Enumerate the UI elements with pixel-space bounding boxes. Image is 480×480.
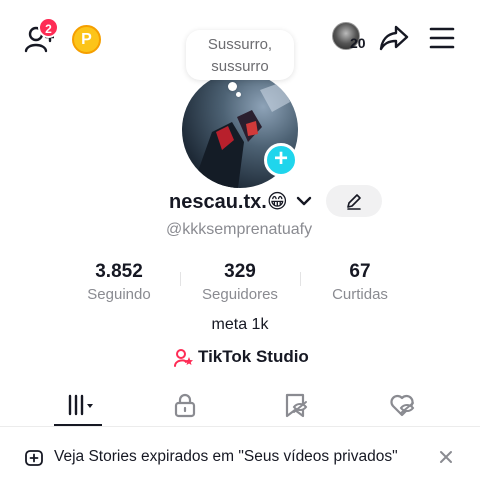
menu-icon[interactable] (428, 26, 456, 50)
add-story-button[interactable]: + (264, 143, 298, 177)
note-line-2: sussurro (211, 58, 269, 75)
videos-grid-icon (68, 394, 93, 416)
hidden-bookmark-icon (285, 393, 308, 418)
display-name: nescau.tx.😁 (169, 191, 288, 213)
tab-private[interactable] (160, 390, 210, 420)
stat-divider (300, 272, 301, 286)
stat-divider (180, 272, 181, 286)
stat-likes[interactable]: 67 Curtidas (305, 261, 415, 303)
stat-followers[interactable]: 329 Seguidores (185, 261, 295, 303)
stat-label: Curtidas (332, 286, 388, 303)
close-icon[interactable] (438, 449, 454, 465)
banner-text: Veja Stories expirados em "Seus vídeos p… (54, 448, 398, 465)
tab-reposts[interactable] (270, 390, 320, 420)
studio-label: TikTok Studio (198, 347, 309, 366)
stat-label: Seguindo (87, 286, 151, 303)
friend-requests-badge: 2 (38, 17, 59, 38)
share-icon[interactable] (378, 22, 410, 54)
tabs-divider (0, 426, 480, 427)
stat-value: 3.852 (95, 261, 143, 282)
chevron-down-icon[interactable] (295, 193, 313, 209)
story-count: 20 (350, 35, 366, 51)
lock-icon (174, 393, 196, 418)
coin-icon[interactable]: P (72, 25, 101, 54)
note-bubble-tail-small (236, 92, 241, 97)
tab-liked[interactable] (377, 390, 427, 420)
edit-profile-button[interactable] (326, 185, 382, 217)
stat-following[interactable]: 3.852 Seguindo (64, 261, 174, 303)
story-add-icon (25, 450, 43, 466)
username-handle: @kkksemprenatuafy (166, 221, 313, 238)
stat-value: 329 (224, 261, 256, 282)
stat-value: 67 (349, 261, 371, 282)
hidden-heart-icon (390, 394, 415, 417)
stat-label: Seguidores (202, 286, 278, 303)
note-bubble[interactable]: Sussurro, sussurro (186, 30, 294, 80)
note-bubble-tail-large (228, 82, 237, 91)
pencil-icon (347, 194, 361, 210)
creator-star-icon (174, 349, 193, 367)
bio-text: meta 1k (211, 316, 269, 333)
note-line-1: Sussurro, (207, 36, 273, 53)
expired-stories-banner[interactable]: Veja Stories expirados em "Seus vídeos p… (0, 436, 480, 480)
tab-videos[interactable] (54, 390, 104, 420)
